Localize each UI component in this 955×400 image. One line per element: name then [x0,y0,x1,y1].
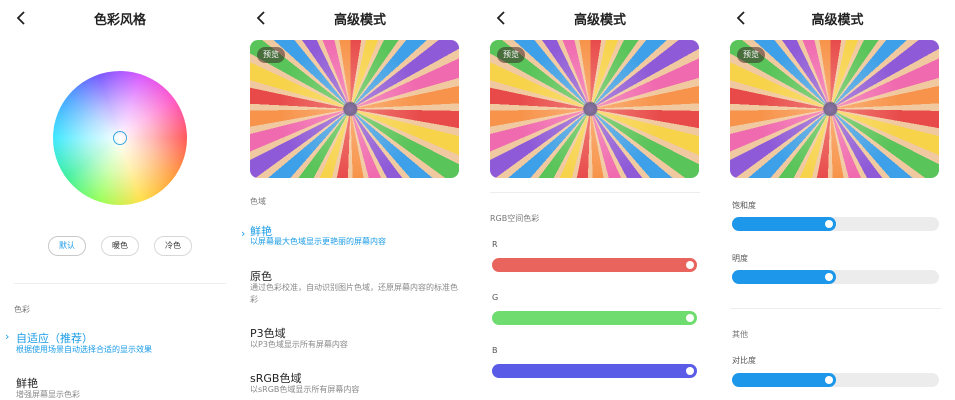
option-srgb-desc: 以sRGB色域显示所有屏幕内容 [250,385,360,394]
preview-image: 预览 [490,40,699,178]
slider-thumb[interactable] [686,314,694,322]
contrast-label: 对比度 [732,356,756,365]
page-title: 高级模式 [811,13,864,28]
slider-fill [732,373,836,387]
page-title: 高级模式 [573,13,626,28]
option-vivid-desc: 以屏幕最大色域显示更艳丽的屏幕内容 [250,237,386,246]
saturation-slider[interactable] [732,217,939,231]
slider-fill [732,270,836,284]
divider [14,283,226,284]
preview-badge: 预览 [497,47,525,63]
advanced-mode-rgb-screen: 高级模式 预览 RGB空间色彩 R G B [480,0,720,400]
color-style-screen: 色彩风格 默认 暖色 冷色 色彩 › 自适应（推荐） 根据使用场景自动选择合适的… [0,0,240,400]
top-bar: 高级模式 [720,0,955,36]
preview-badge: 预览 [737,47,765,63]
section-label: 色域 [250,197,266,206]
brightness-slider[interactable] [732,270,939,284]
slider-thumb[interactable] [825,376,833,384]
preview-badge: 预览 [257,47,285,63]
preview-image: 预览 [730,40,939,178]
chip-default[interactable]: 默认 [48,236,86,256]
saturation-label: 饱和度 [732,201,756,210]
brightness-label: 明度 [732,254,748,263]
top-bar: 高级模式 [240,0,480,36]
divider [490,192,700,193]
green-channel-slider[interactable] [492,311,697,325]
slider-thumb[interactable] [686,261,694,269]
slider-thumb[interactable] [825,273,833,281]
section-label: 色彩 [14,305,30,314]
preview-image: 预览 [250,40,459,178]
advanced-mode-gamut-screen: 高级模式 预览 色域 › 鲜艳 以屏幕最大色域显示更艳丽的屏幕内容 原色 通过色… [240,0,480,400]
channel-b-label: B [492,346,498,355]
blue-channel-slider[interactable] [492,364,697,378]
divider [730,308,941,309]
option-vivid-desc: 增强屏幕显示色彩 [16,390,80,399]
section-label: 其他 [732,330,748,339]
top-bar: 色彩风格 [0,0,240,36]
page-title: 高级模式 [333,13,386,28]
slider-thumb[interactable] [686,367,694,375]
chevron-right-icon: › [5,330,10,343]
slider-fill [732,217,836,231]
advanced-mode-adjust-screen: 高级模式 预览 饱和度 明度 其他 对比度 [720,0,955,400]
channel-g-label: G [492,293,499,302]
top-bar: 高级模式 [480,0,720,36]
color-wheel-handle[interactable] [113,131,127,145]
chevron-right-icon: › [241,227,246,240]
contrast-slider[interactable] [732,373,939,387]
option-original-desc: 通过色彩校准，自动识别图片色域，还原屏幕内容的标准色彩 [250,283,458,304]
red-channel-slider[interactable] [492,258,697,272]
page-title: 色彩风格 [93,13,146,28]
channel-r-label: R [492,240,498,249]
chip-cool[interactable]: 冷色 [154,236,192,256]
slider-thumb[interactable] [825,220,833,228]
chip-warm[interactable]: 暖色 [101,236,139,256]
option-adaptive-desc: 根据使用场景自动选择合适的显示效果 [16,345,152,354]
section-label: RGB空间色彩 [490,214,540,223]
option-p3-desc: 以P3色域显示所有屏幕内容 [250,340,348,349]
